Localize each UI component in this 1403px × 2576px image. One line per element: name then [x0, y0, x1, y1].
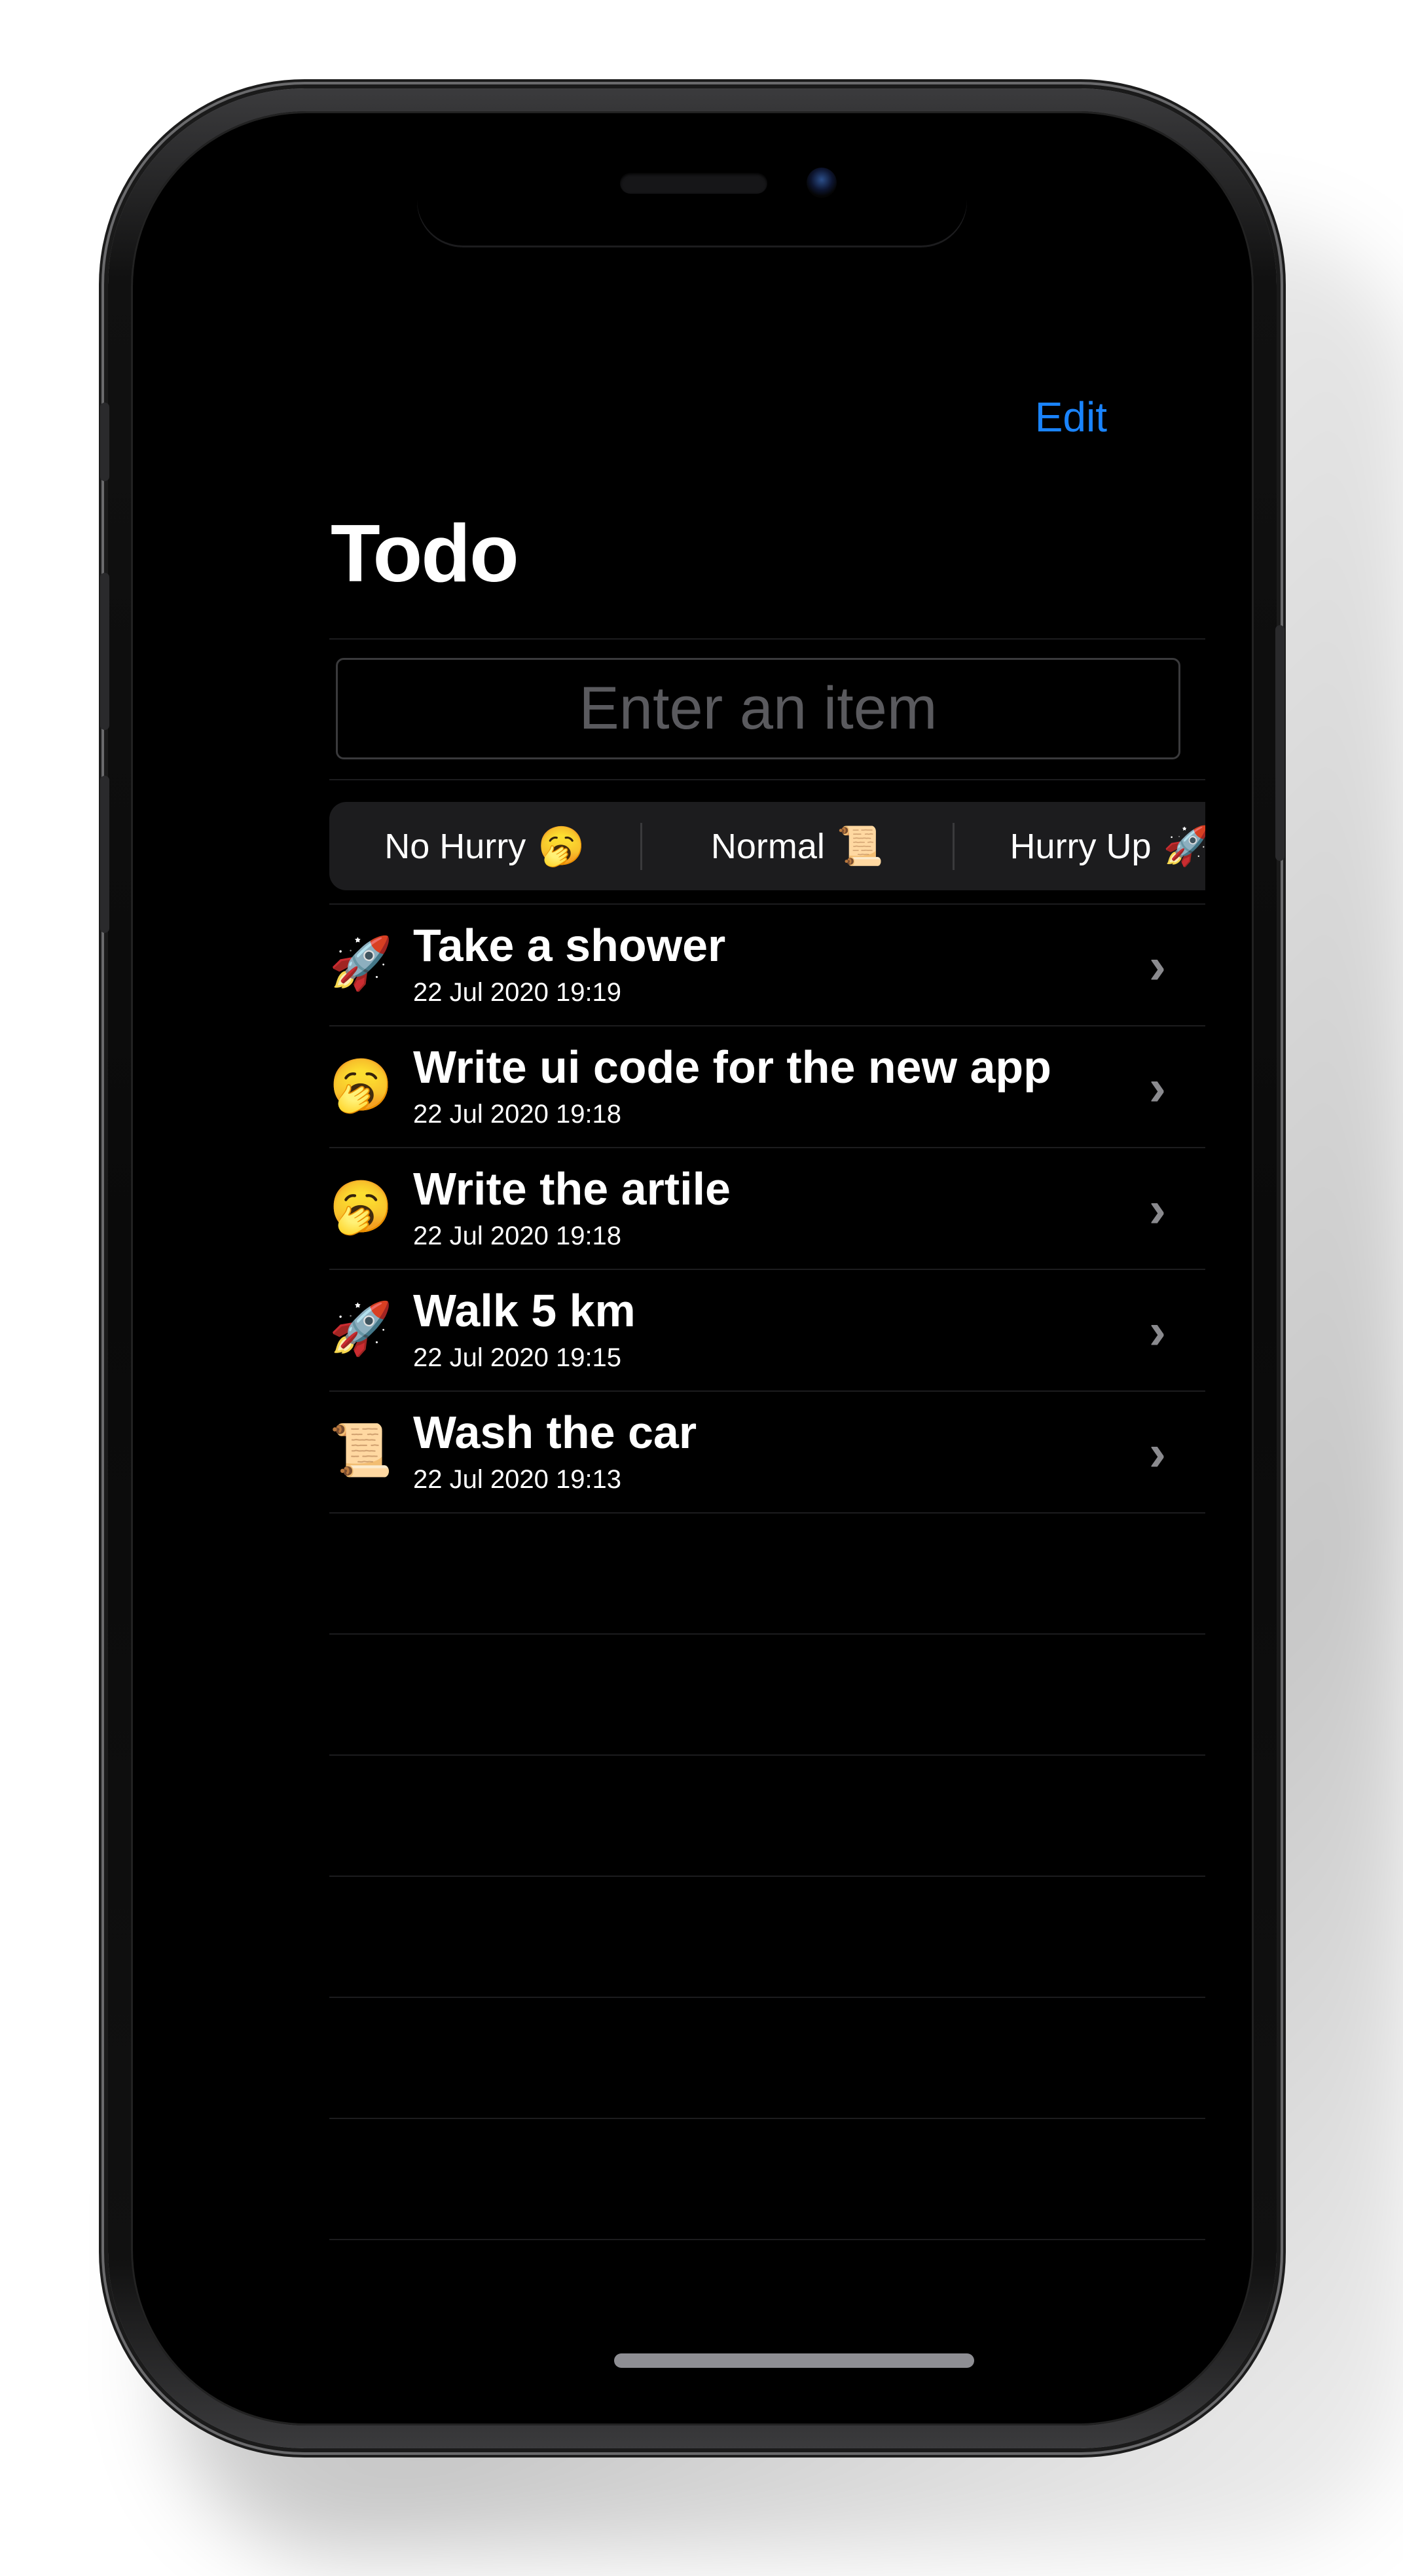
row-separator: [329, 2118, 1205, 2119]
list-item[interactable]: 🥱 Write the artile 22 Jul 2020 19:18 ›: [329, 1148, 1205, 1269]
item-input-container: [336, 658, 1180, 759]
rocket-icon: 🚀: [329, 934, 393, 992]
silent-switch: [100, 403, 109, 481]
rocket-icon: 🚀: [1163, 824, 1205, 867]
divider: [329, 779, 1205, 780]
item-title: Write the artile: [413, 1163, 731, 1214]
rocket-icon: 🚀: [329, 1299, 393, 1357]
speaker-grille: [620, 173, 767, 194]
yawning-face-icon: 🥱: [329, 1178, 393, 1235]
power-button: [1275, 625, 1285, 861]
yawning-face-icon: 🥱: [329, 1056, 393, 1114]
row-separator: [329, 1997, 1205, 1998]
segment-no-hurry[interactable]: No Hurry 🥱: [329, 802, 640, 890]
list-item[interactable]: 🚀 Walk 5 km 22 Jul 2020 19:15 ›: [329, 1270, 1205, 1390]
segment-label: Normal: [710, 826, 825, 866]
divider: [329, 638, 1205, 640]
chevron-right-icon: ›: [1149, 937, 1166, 994]
item-input[interactable]: [338, 674, 1178, 744]
page-title: Todo: [331, 509, 519, 599]
list-item[interactable]: 🚀 Take a shower 22 Jul 2020 19:19 ›: [329, 905, 1205, 1025]
item-date: 22 Jul 2020 19:18: [413, 1100, 622, 1129]
screen: Edit Todo + No Hurry 🥱 Normal 📜 Hurry Up…: [179, 157, 1205, 2380]
list-item[interactable]: 📜 Wash the car 22 Jul 2020 19:13 ›: [329, 1392, 1205, 1512]
chevron-right-icon: ›: [1149, 1180, 1166, 1238]
phone-frame: Edit Todo + No Hurry 🥱 Normal 📜 Hurry Up…: [100, 88, 1285, 2448]
edit-button[interactable]: Edit: [1035, 393, 1107, 441]
item-date: 22 Jul 2020 19:15: [413, 1343, 622, 1372]
list-item[interactable]: 🥱 Write ui code for the new app 22 Jul 2…: [329, 1026, 1205, 1147]
chevron-right-icon: ›: [1149, 1302, 1166, 1360]
row-separator: [329, 1512, 1205, 1514]
item-date: 22 Jul 2020 19:13: [413, 1465, 622, 1494]
volume-down-button: [100, 776, 109, 933]
item-title: Walk 5 km: [413, 1285, 636, 1336]
segment-normal[interactable]: Normal 📜: [642, 802, 953, 890]
priority-segmented-control: No Hurry 🥱 Normal 📜 Hurry Up 🚀: [329, 802, 1205, 890]
row-separator: [329, 1633, 1205, 1635]
item-date: 22 Jul 2020 19:19: [413, 978, 622, 1007]
chevron-right-icon: ›: [1149, 1424, 1166, 1481]
segment-label: Hurry Up: [1010, 826, 1152, 866]
row-separator: [329, 2239, 1205, 2240]
item-title: Wash the car: [413, 1407, 697, 1458]
segment-label: No Hurry: [384, 826, 526, 866]
notch: [417, 157, 967, 245]
row-separator: [329, 1876, 1205, 1877]
item-title: Write ui code for the new app: [413, 1042, 1051, 1093]
scroll-icon: 📜: [836, 824, 884, 867]
front-camera: [807, 168, 837, 198]
item-title: Take a shower: [413, 920, 726, 971]
chevron-right-icon: ›: [1149, 1059, 1166, 1116]
scroll-icon: 📜: [329, 1421, 393, 1479]
item-date: 22 Jul 2020 19:18: [413, 1222, 622, 1250]
home-indicator[interactable]: [614, 2353, 974, 2368]
row-separator: [329, 1754, 1205, 1756]
yawning-face-icon: 🥱: [538, 824, 585, 867]
volume-up-button: [100, 573, 109, 730]
segment-hurry-up[interactable]: Hurry Up 🚀: [955, 802, 1205, 890]
